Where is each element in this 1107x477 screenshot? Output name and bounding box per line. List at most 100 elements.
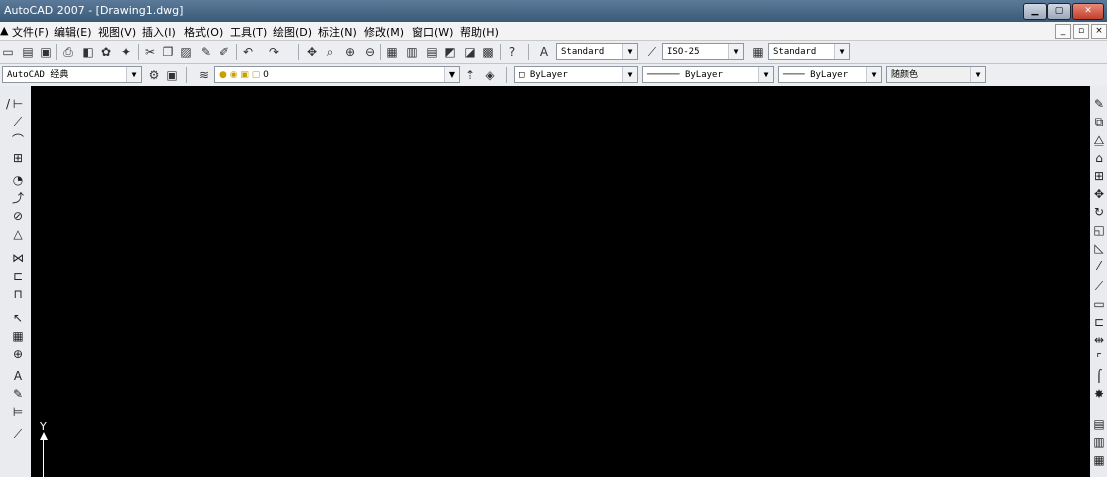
send-to-back-icon[interactable]: ▦ [1091,452,1107,468]
copy-icon[interactable]: ❐ [160,44,176,60]
match-properties-icon[interactable]: ✎ [198,44,214,60]
offset-icon[interactable]: ⌂ [1091,150,1107,166]
aligned-dim-icon[interactable]: ⟋ [10,114,26,130]
arc-length-icon[interactable]: ⌒ [10,132,26,148]
menu-dimension[interactable]: 标注(N) [318,24,357,40]
break-icon[interactable]: ⊏ [1091,314,1107,330]
design-center-icon[interactable]: ▥ [404,44,420,60]
dim-update-icon[interactable]: ⊨ [10,404,26,420]
menu-file[interactable]: 文件(F) [12,24,49,40]
menu-help[interactable]: 帮助(H) [460,24,499,40]
erase-icon[interactable]: ✎ [1091,96,1107,112]
layer-properties-icon[interactable]: ≋ [196,67,212,83]
menu-edit[interactable]: 编辑(E) [54,24,92,40]
chamfer-icon[interactable]: ⌜ [1091,350,1107,366]
zoom-previous-icon[interactable]: ⊖ [362,44,378,60]
text-style-icon[interactable]: A [536,44,552,60]
draw-order-icon[interactable]: ▤ [1091,416,1107,432]
rotate-icon[interactable]: ↻ [1091,204,1107,220]
quick-dim-icon[interactable]: ⋈ [10,250,26,266]
join-icon[interactable]: ⇹ [1091,332,1107,348]
drawing-canvas[interactable] [31,86,1090,477]
3d-dwf-icon[interactable]: ✦ [118,44,134,60]
menu-format[interactable]: 格式(O) [184,24,223,40]
plot-preview-icon[interactable]: ◧ [80,44,96,60]
array-icon[interactable]: ⊞ [1091,168,1107,184]
diameter-icon[interactable]: ⊘ [10,208,26,224]
zoom-window-icon[interactable]: ⊕ [342,44,358,60]
baseline-icon[interactable]: ⊏ [10,268,26,284]
ordinate-icon[interactable]: ⊞ [10,150,26,166]
layer-select[interactable]: ● ◉ ▣ ▢ 0 ▼ [214,66,460,83]
paste-icon[interactable]: ▨ [178,44,194,60]
menu-modify[interactable]: 修改(M) [364,24,404,40]
menu-view[interactable]: 视图(V) [98,24,136,40]
color-select[interactable]: □ ByLayer ▼ [514,66,638,83]
make-object-layer-current-icon[interactable]: ⇡ [462,67,478,83]
leader-icon[interactable]: ↖ [10,310,26,326]
angular-icon[interactable]: △ [10,226,26,242]
linear-dim-icon[interactable]: ⊢ [10,96,26,112]
menu-insert[interactable]: 插入(I) [142,24,176,40]
save-icon[interactable]: ▣ [38,44,54,60]
doc-restore-button[interactable]: ▫ [1073,24,1089,39]
stretch-icon[interactable]: ◺ [1091,240,1107,256]
center-mark-icon[interactable]: ⊕ [10,346,26,362]
trim-icon[interactable]: ⁄ [1091,258,1107,274]
move-icon[interactable]: ✥ [1091,186,1107,202]
publish-icon[interactable]: ✿ [98,44,114,60]
break-at-point-icon[interactable]: ▭ [1091,296,1107,312]
dim-style-icon[interactable]: ⟋ [644,44,660,60]
layer-previous-icon[interactable]: ◈ [482,67,498,83]
mirror-icon[interactable]: ⧋ [1091,132,1107,148]
maximize-button[interactable]: ▢ [1047,3,1071,20]
tool-palettes-icon[interactable]: ▤ [424,44,440,60]
jogged-icon[interactable]: ⤴ [10,190,26,206]
menu-tools[interactable]: 工具(T) [230,24,267,40]
extend-icon[interactable]: ⟋ [1091,278,1107,294]
dim-edit-icon[interactable]: A [10,368,26,384]
pan-icon[interactable]: ✥ [304,44,320,60]
menu-draw[interactable]: 绘图(D) [273,24,312,40]
table-style-icon[interactable]: ▦ [750,44,766,60]
new-icon[interactable]: ▭ [0,44,16,60]
cut-icon[interactable]: ✂ [142,44,158,60]
scale-icon[interactable]: ◱ [1091,222,1107,238]
table-style-select[interactable]: Standard ▼ [768,43,850,60]
plot-icon[interactable]: ⎙ [60,44,76,60]
lineweight-select[interactable]: ──── ByLayer ▼ [778,66,882,83]
save-workspace-icon[interactable]: ▣ [164,67,180,83]
sheet-set-icon[interactable]: ◩ [442,44,458,60]
close-button[interactable]: ✕ [1072,3,1104,20]
calculator-icon[interactable]: ▩ [480,44,496,60]
linetype-select[interactable]: ────── ByLayer ▼ [642,66,774,83]
fillet-icon[interactable]: ⌠ [1091,368,1107,384]
radius-icon[interactable]: ◔ [10,172,26,188]
plot-style-select[interactable]: 随颜色 ▼ [886,66,986,83]
markup-icon[interactable]: ◪ [462,44,478,60]
help-icon[interactable]: ? [504,44,520,60]
dim-style-select[interactable]: ISO-25 ▼ [662,43,744,60]
block-editor-icon[interactable]: ✐ [216,44,232,60]
continue-icon[interactable]: ⊓ [10,286,26,302]
text-style-select[interactable]: Standard ▼ [556,43,638,60]
explode-icon[interactable]: ✸ [1091,386,1107,402]
workspace-select[interactable]: AutoCAD 经典 ▼ [2,66,142,83]
workspace-settings-icon[interactable]: ⚙ [146,67,162,83]
properties-icon[interactable]: ▦ [384,44,400,60]
copy-object-icon[interactable]: ⧉ [1091,114,1107,130]
menu-window[interactable]: 窗口(W) [412,24,453,40]
zoom-realtime-icon[interactable]: ⌕ [322,44,338,60]
open-icon[interactable]: ▤ [20,44,36,60]
redo-icon[interactable]: ↷ [266,44,282,60]
doc-close-button[interactable]: × [1091,24,1107,39]
chevron-down-icon: ▼ [622,67,637,82]
dim-style-side-icon[interactable]: ⟋ [10,426,26,442]
dim-text-edit-icon[interactable]: ✎ [10,386,26,402]
minimize-button[interactable]: ▁ [1023,3,1047,20]
undo-icon[interactable]: ↶ [240,44,256,60]
bring-to-front-icon[interactable]: ▥ [1091,434,1107,450]
doc-minimize-button[interactable]: _ [1055,24,1071,39]
app-menu-icon[interactable]: ▲ [0,24,8,37]
tolerance-icon[interactable]: ▦ [10,328,26,344]
